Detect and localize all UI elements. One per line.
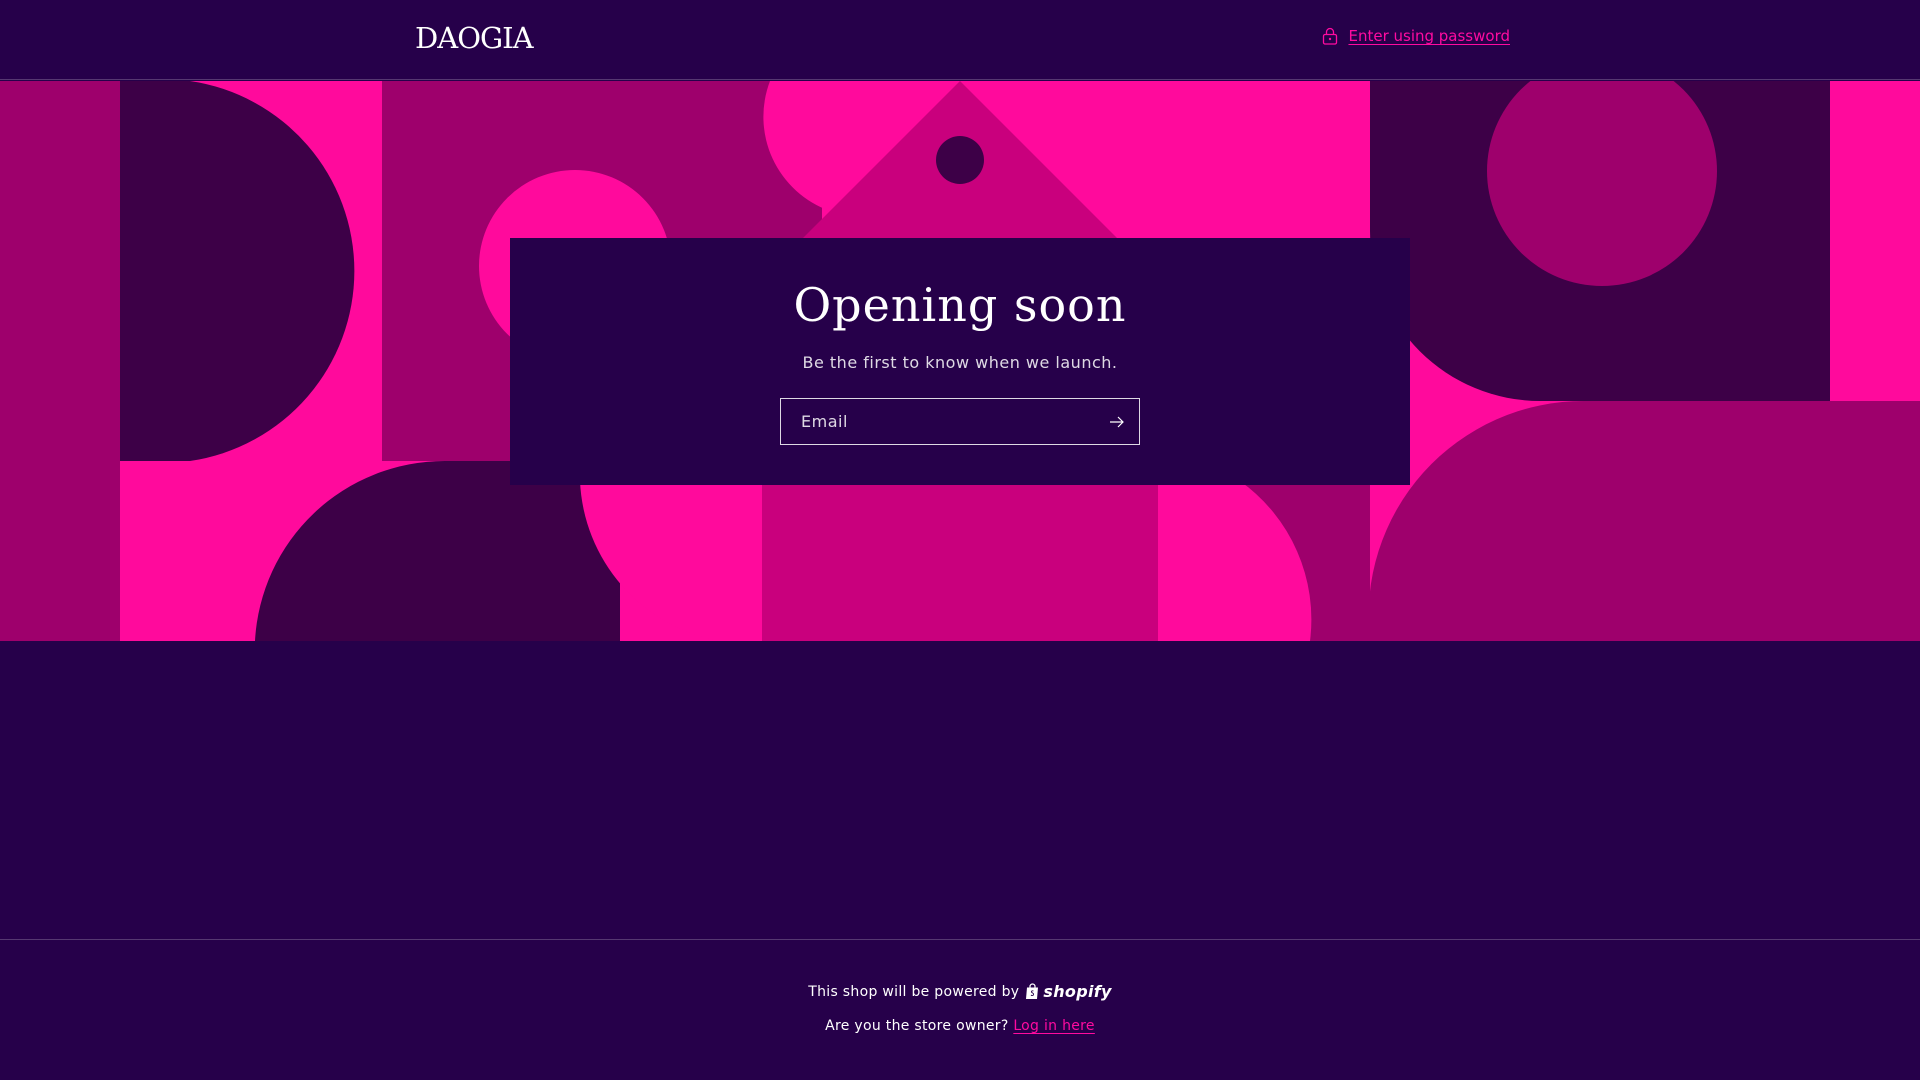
store-owner-line: Are you the store owner? Log in here <box>0 1018 1920 1034</box>
powered-by-text: This shop will be powered by <box>808 983 1020 1000</box>
enter-password-link[interactable]: Enter using password <box>1322 27 1510 45</box>
shopify-link[interactable]: shopify <box>1025 982 1111 1001</box>
newsletter-card: Opening soon Be the first to know when w… <box>510 238 1410 485</box>
email-form <box>780 398 1140 445</box>
site-footer: This shop will be powered by shopify Are… <box>0 939 1920 1080</box>
store-logo[interactable]: DAOGIA <box>415 21 534 55</box>
arrow-right-icon <box>1110 416 1124 427</box>
subscribe-button[interactable] <box>1095 399 1139 444</box>
email-input[interactable] <box>781 399 1091 444</box>
shopping-bag-icon <box>1026 983 1039 999</box>
shopify-label: shopify <box>1043 982 1112 1001</box>
powered-by: This shop will be powered by shopify <box>0 982 1920 1001</box>
enter-password-label: Enter using password <box>1348 27 1510 45</box>
page-title: Opening soon <box>793 278 1127 332</box>
page-subtitle: Be the first to know when we launch. <box>802 353 1118 372</box>
login-link[interactable]: Log in here <box>1013 1018 1095 1034</box>
site-header: DAOGIA Enter using password <box>0 0 1920 80</box>
store-owner-text: Are you the store owner? <box>825 1018 1009 1034</box>
lock-icon <box>1323 27 1338 45</box>
